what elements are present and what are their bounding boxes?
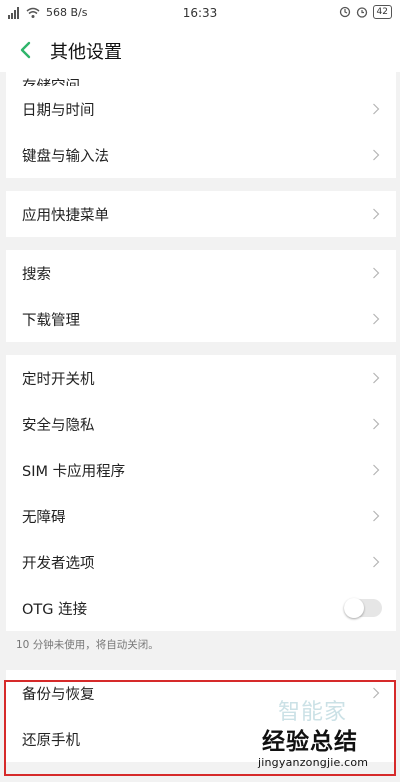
settings-item-label: 下载管理 — [22, 312, 80, 329]
settings-item-label: 安全与隐私 — [22, 417, 95, 434]
chevron-right-icon — [373, 103, 380, 115]
section-divider — [6, 178, 396, 191]
settings-item-date-time[interactable]: 日期与时间 — [6, 86, 396, 132]
settings-item-label: 存储空间 — [22, 75, 80, 86]
section-divider — [6, 657, 396, 670]
title-bar: 其他设置 — [0, 28, 400, 72]
settings-item-label: 键盘与输入法 — [22, 148, 109, 165]
settings-item-schedule-power[interactable]: 定时开关机 — [6, 355, 396, 401]
otg-note: 10 分钟未使用，将自动关闭。 — [6, 631, 396, 657]
settings-item-reset[interactable]: 还原手机 — [6, 716, 396, 762]
section-divider — [6, 342, 396, 355]
chevron-right-icon — [373, 313, 380, 325]
chevron-right-icon — [373, 464, 380, 476]
settings-item-sim-apps[interactable]: SIM 卡应用程序 — [6, 447, 396, 493]
settings-item-label: OTG 连接 — [22, 601, 88, 618]
status-bar: 568 B/s 16:33 42 — [0, 0, 400, 28]
settings-item-label: 定时开关机 — [22, 371, 95, 388]
settings-item-label: 开发者选项 — [22, 555, 95, 572]
otg-toggle[interactable] — [344, 598, 382, 618]
settings-item-security[interactable]: 安全与隐私 — [6, 401, 396, 447]
settings-item-partial[interactable]: 存储空间 — [6, 72, 396, 86]
battery-icon: 42 — [372, 5, 392, 19]
settings-item-label: 应用快捷菜单 — [22, 207, 109, 224]
settings-item-label: 还原手机 — [22, 732, 80, 749]
chevron-right-icon — [373, 687, 380, 699]
back-arrow-icon[interactable] — [16, 40, 36, 60]
chevron-right-icon — [373, 418, 380, 430]
chevron-right-icon — [373, 208, 380, 220]
sync-icon — [339, 6, 350, 18]
section-divider — [6, 237, 396, 250]
settings-item-otg: OTG 连接 — [6, 585, 396, 631]
status-right: 42 — [339, 5, 392, 19]
chevron-right-icon — [373, 372, 380, 384]
settings-item-accessibility[interactable]: 无障碍 — [6, 493, 396, 539]
chevron-right-icon — [373, 556, 380, 568]
settings-item-label: 搜索 — [22, 266, 51, 283]
settings-item-label: SIM 卡应用程序 — [22, 463, 126, 480]
settings-item-app-shortcut[interactable]: 应用快捷菜单 — [6, 191, 396, 237]
chevron-right-icon — [373, 267, 380, 279]
toggle-knob — [344, 598, 364, 618]
settings-item-label: 备份与恢复 — [22, 686, 95, 703]
settings-list: 存储空间 日期与时间 键盘与输入法 应用快捷菜单 搜索 下载管理 定时开关机 — [6, 72, 396, 762]
settings-item-search[interactable]: 搜索 — [6, 250, 396, 296]
settings-item-label: 无障碍 — [22, 509, 66, 526]
settings-item-backup[interactable]: 备份与恢复 — [6, 670, 396, 716]
settings-item-label: 日期与时间 — [22, 102, 95, 119]
chevron-right-icon — [373, 510, 380, 522]
alarm-icon — [356, 7, 367, 18]
screen: 568 B/s 16:33 42 其他设置 存储空间 日期与时间 — [0, 0, 400, 782]
settings-item-download[interactable]: 下载管理 — [6, 296, 396, 342]
settings-item-developer[interactable]: 开发者选项 — [6, 539, 396, 585]
settings-item-keyboard[interactable]: 键盘与输入法 — [6, 132, 396, 178]
page-title: 其他设置 — [50, 42, 122, 63]
chevron-right-icon — [373, 149, 380, 161]
